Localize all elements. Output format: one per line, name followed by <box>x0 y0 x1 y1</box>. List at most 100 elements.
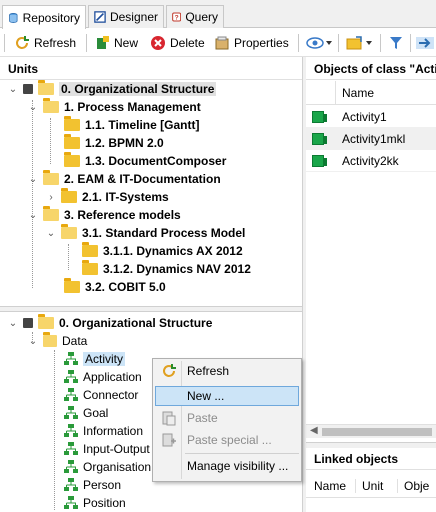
folder-icon <box>43 98 59 113</box>
menu-item-paste[interactable]: Paste <box>155 408 299 428</box>
tab-query[interactable]: ? Query <box>166 5 224 28</box>
class-item-goal[interactable]: Goal <box>64 404 108 422</box>
objects-panel-title: Objects of class "Activi <box>314 61 436 76</box>
chevron-down-icon[interactable]: ⌄ <box>28 210 38 221</box>
tab-repository[interactable]: Repository <box>2 5 86 29</box>
chevron-down-icon[interactable]: ⌄ <box>46 228 56 239</box>
object-row-name: Activity1mkl <box>342 131 406 146</box>
chevron-down-icon[interactable]: ⌄ <box>28 174 38 185</box>
chevron-down-icon[interactable]: ⌄ <box>28 102 38 113</box>
tree-node-dynamics-ax[interactable]: 3.1.1. Dynamics AX 2012 <box>82 242 243 260</box>
folder-dropdown-button[interactable] <box>346 33 372 53</box>
folder-icon <box>38 314 54 329</box>
chevron-down-icon[interactable]: ⌄ <box>8 84 18 95</box>
tree-node-standard-process-model[interactable]: ⌄ 3.1. Standard Process Model <box>46 224 245 242</box>
objects-grid-header: Name <box>306 80 436 105</box>
view-dropdown-button[interactable] <box>306 33 332 53</box>
tree-node-eam[interactable]: ⌄ 2. EAM & IT-Documentation <box>28 170 221 188</box>
new-icon <box>97 36 109 49</box>
linked-panel-header: Linked objects <box>306 448 436 470</box>
linked-column-unit[interactable]: Unit <box>356 478 398 493</box>
menu-item-label: Manage visibility ... <box>187 459 289 473</box>
tree-connector <box>54 350 55 510</box>
class-network-icon <box>64 460 78 473</box>
class-item-activity[interactable]: Activity <box>64 350 126 368</box>
object-row[interactable]: Activity1 <box>306 106 436 128</box>
object-row[interactable]: Activity2kk <box>306 150 436 172</box>
horizontal-splitter[interactable] <box>0 306 302 312</box>
menu-item-label: Refresh <box>187 364 230 378</box>
class-item-input-output[interactable]: Input-Output <box>64 440 150 458</box>
toolbar-separator <box>380 34 381 52</box>
tree-node-bpmn[interactable]: 1.2. BPMN 2.0 <box>64 134 164 152</box>
chevron-right-icon[interactable]: › <box>46 192 56 203</box>
tree-node-label: 1.2. BPMN 2.0 <box>85 136 164 150</box>
navigate-button[interactable] <box>416 33 434 53</box>
linked-column-name[interactable]: Name <box>306 478 356 493</box>
class-tree-data-folder[interactable]: ⌄ Data <box>28 332 87 350</box>
objects-horizontal-scrollbar[interactable]: ◀ <box>306 424 436 438</box>
menu-item-label: New ... <box>187 389 225 403</box>
chevron-down-icon[interactable]: ⌄ <box>8 318 18 329</box>
tree-node-organizational-structure[interactable]: ⌄ 0. Organizational Structure <box>8 80 217 98</box>
filter-button[interactable] <box>388 33 404 53</box>
toolbar-separator <box>4 34 5 52</box>
folder-icon <box>64 152 80 167</box>
column-header-name[interactable]: Name <box>336 86 374 100</box>
menu-item-manage-visibility[interactable]: Manage visibility ... <box>155 456 299 476</box>
context-menu: Refresh New ... Paste Paste special ... … <box>152 358 302 482</box>
tree-node-timeline[interactable]: 1.1. Timeline [Gantt] <box>64 116 199 134</box>
class-item-connector[interactable]: Connector <box>64 386 138 404</box>
object-row-name: Activity1 <box>342 109 387 124</box>
class-tree-root-label: 0. Organizational Structure <box>59 316 213 330</box>
linked-panel-title: Linked objects <box>314 451 399 466</box>
class-item-organisation[interactable]: Organisation <box>64 458 151 476</box>
designer-icon <box>94 11 106 23</box>
menu-item-label: Paste <box>187 411 218 425</box>
units-panel-header: Units <box>0 58 302 80</box>
scroll-left-icon[interactable]: ◀ <box>310 425 318 436</box>
eye-icon <box>306 37 332 49</box>
class-item-application[interactable]: Application <box>64 368 142 386</box>
tree-node-process-management[interactable]: ⌄ 1. Process Management <box>28 98 201 116</box>
folder-icon <box>43 206 59 221</box>
delete-icon <box>151 36 165 50</box>
folder-icon <box>82 242 98 257</box>
grid-icon-column-header <box>306 80 336 105</box>
linked-column-object[interactable]: Obje <box>398 479 429 493</box>
class-tree-root[interactable]: ⌄ 0. Organizational Structure <box>8 314 212 332</box>
scrollbar-thumb[interactable] <box>322 428 432 436</box>
delete-button[interactable]: Delete <box>150 33 205 53</box>
menu-item-paste-special[interactable]: Paste special ... <box>155 430 299 450</box>
class-item-label: Organisation <box>83 460 152 474</box>
tree-node-label: 0. Organizational Structure <box>59 82 217 96</box>
menu-item-new[interactable]: New ... <box>155 386 299 406</box>
class-network-icon <box>64 496 78 509</box>
menu-item-label: Paste special ... <box>187 433 272 447</box>
menu-item-refresh[interactable]: Refresh <box>155 361 299 381</box>
class-item-position[interactable]: Position <box>64 494 126 512</box>
tree-node-dynamics-nav[interactable]: 3.1.2. Dynamics NAV 2012 <box>82 260 251 278</box>
tree-node-documentcomposer[interactable]: 1.3. DocumentComposer <box>64 152 226 170</box>
class-item-person[interactable]: Person <box>64 476 121 494</box>
properties-button[interactable]: Properties <box>214 33 289 53</box>
class-network-icon <box>64 352 78 365</box>
tree-node-label: 3.1. Standard Process Model <box>82 226 246 240</box>
linked-grid-header: Name Unit Obje <box>306 474 436 498</box>
tab-designer[interactable]: Designer <box>88 5 164 28</box>
tree-node-reference-models[interactable]: ⌄ 3. Reference models <box>28 206 181 224</box>
class-item-label: Goal <box>83 406 109 420</box>
object-row[interactable]: Activity1mkl <box>306 128 436 150</box>
new-button[interactable]: New <box>94 33 138 53</box>
paste-icon <box>162 411 176 426</box>
chevron-down-icon[interactable]: ⌄ <box>28 336 38 347</box>
folder-icon <box>43 170 59 185</box>
class-item-information[interactable]: Information <box>64 422 143 440</box>
tree-node-label: 3.2. COBIT 5.0 <box>85 280 166 294</box>
tree-node-it-systems[interactable]: › 2.1. IT-Systems <box>46 188 169 206</box>
data-folder-label: Data <box>62 334 88 348</box>
class-network-icon <box>64 370 78 383</box>
refresh-button[interactable]: Refresh <box>14 33 76 53</box>
delete-button-label: Delete <box>170 36 205 50</box>
tree-node-cobit[interactable]: 3.2. COBIT 5.0 <box>64 278 166 296</box>
